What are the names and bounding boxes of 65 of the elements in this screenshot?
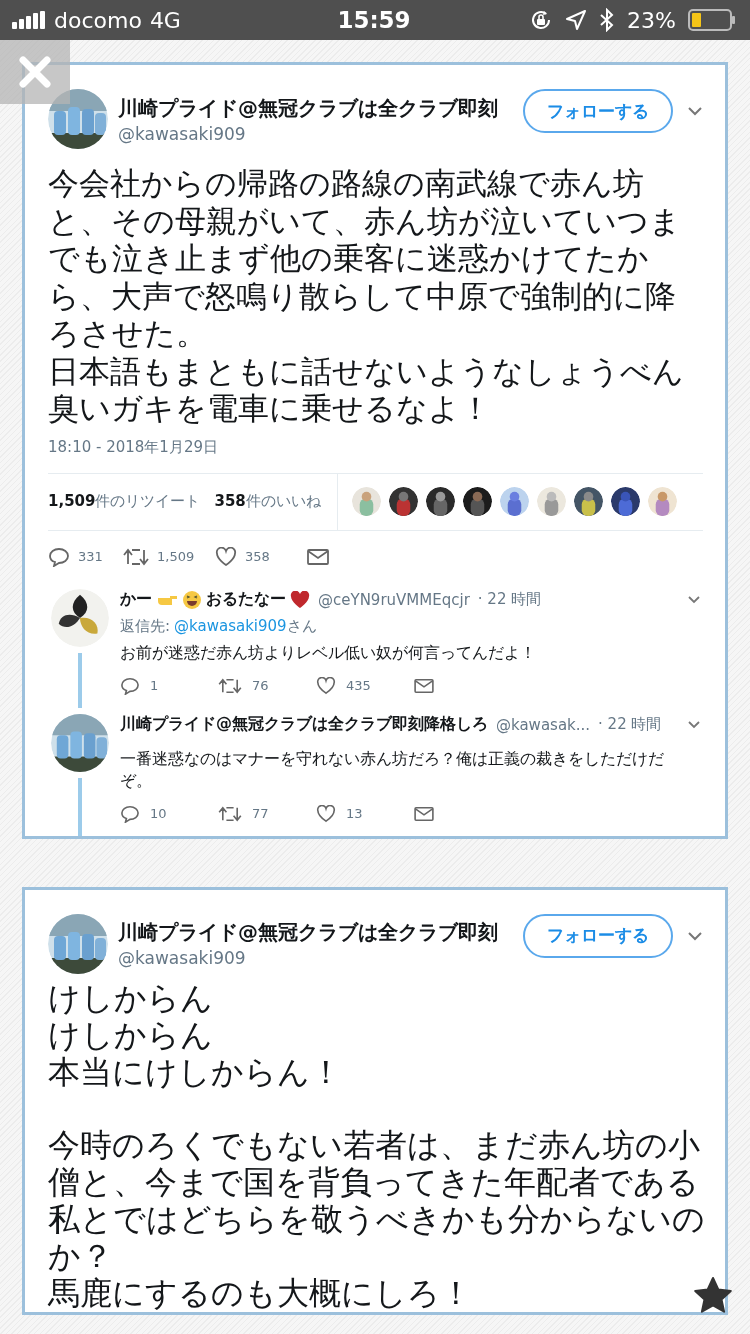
mail-icon[interactable] bbox=[414, 677, 434, 694]
reply-to-suffix: さん bbox=[286, 616, 317, 636]
speech-bubble-icon bbox=[48, 546, 70, 567]
tweet-text: けしからん bbox=[48, 1016, 214, 1054]
tweet-text: 今会社からの帰路の路線の南武線で赤ん坊と、その母親がいて、赤ん坊が泣いていつまでも泣き止まず他の乗客に迷惑かけてたから、大声で怒鳴り散らして中原で強制的に降ろさせた。 bbox=[48, 165, 682, 353]
chevron-down-icon[interactable] bbox=[687, 719, 701, 729]
battery-percentage: 23% bbox=[627, 7, 676, 33]
tweet-text: 馬鹿にするのも大概にしろ！ bbox=[48, 1274, 473, 1312]
bluetooth-icon bbox=[599, 8, 616, 32]
close-icon bbox=[18, 55, 52, 89]
user-handle: @kawasaki909 bbox=[118, 948, 247, 968]
like-action[interactable]: 358 bbox=[215, 546, 307, 567]
tweet-text: 日本語もまともに話せないようなしょうべん臭いガキを電車に乗せるなよ！ bbox=[48, 352, 685, 428]
follow-button[interactable]: フォローする bbox=[523, 89, 673, 133]
reply-author-name: おるたなー bbox=[206, 589, 286, 610]
retweet-action[interactable]: 1,509 bbox=[123, 546, 215, 567]
reply-action[interactable]: 331 bbox=[48, 546, 123, 567]
reply-time: · 22 時間 bbox=[477, 590, 542, 609]
retweet-icon bbox=[218, 804, 242, 823]
heart-icon bbox=[316, 676, 336, 695]
location-arrow-icon bbox=[565, 9, 588, 31]
reply-author-handle: @ceYN9ruVMMEqcjr bbox=[318, 590, 470, 609]
reply-author-handle: @kawasak... bbox=[496, 715, 591, 734]
retweet-icon bbox=[218, 676, 242, 695]
chevron-down-icon[interactable] bbox=[687, 106, 703, 116]
mention-link[interactable]: @kawasaki909 bbox=[174, 616, 287, 636]
tweet-text: けしからん bbox=[48, 979, 214, 1017]
display-name: 川崎プライド@無冠クラブは全クラブ即刻 bbox=[118, 919, 498, 946]
laughing-face-icon bbox=[182, 589, 202, 610]
reply-text: 一番迷惑なのはマナーを守れない赤ん坊だろ？俺は正義の裁きをしただけだぞ。 bbox=[120, 747, 665, 792]
battery-icon bbox=[688, 9, 736, 31]
tweet-text: 本当にけしからん！ bbox=[48, 1053, 343, 1091]
speech-bubble-icon bbox=[120, 804, 140, 823]
retweet-count[interactable]: 1,509件のリツイート bbox=[48, 492, 201, 511]
mail-icon[interactable] bbox=[307, 547, 329, 566]
user-handle: @kawasaki909 bbox=[118, 123, 247, 144]
reply-author-name: 川崎プライド@無冠クラブは全クラブ即刻降格しろ bbox=[120, 714, 488, 735]
signal-icon bbox=[12, 11, 46, 29]
retweet-action[interactable]: 77 bbox=[218, 804, 316, 823]
chevron-down-icon[interactable] bbox=[687, 594, 701, 604]
mail-icon[interactable] bbox=[414, 805, 434, 822]
reply-to-label: 返信先: bbox=[120, 616, 171, 636]
heart-icon bbox=[215, 546, 237, 567]
retweet-action[interactable]: 76 bbox=[218, 676, 316, 695]
retweet-icon bbox=[123, 546, 149, 567]
like-count[interactable]: 358件のいいね bbox=[214, 492, 321, 511]
display-name: 川崎プライド@無冠クラブは全クラブ即刻 bbox=[118, 94, 498, 122]
like-action[interactable]: 435 bbox=[316, 676, 414, 695]
follow-button[interactable]: フォローする bbox=[523, 913, 673, 958]
reply-action[interactable]: 1 bbox=[120, 676, 218, 695]
chevron-down-icon[interactable] bbox=[687, 930, 703, 941]
heart-icon bbox=[290, 590, 310, 609]
tweet-timestamp: 18:10 - 2018年1月29日 bbox=[48, 437, 219, 457]
network-type: 4G bbox=[149, 7, 181, 33]
speech-bubble-icon bbox=[120, 676, 140, 695]
reply-author-name: かー bbox=[120, 589, 152, 610]
carrier-name: docomo bbox=[54, 7, 142, 33]
tweet-text: 今時のろくでもない若者は、まだ赤ん坊の小僧と、今まで国を背負ってきた年配者である私とではどちらを敬うべきかも分からないのか？ bbox=[48, 1126, 706, 1275]
reply-text: お前が迷惑だ赤ん坊よりレベル低い奴が何言ってんだよ！ bbox=[120, 641, 537, 664]
like-action[interactable]: 13 bbox=[316, 804, 414, 823]
star-icon bbox=[693, 1276, 733, 1314]
clock-time: 15:59 bbox=[337, 7, 411, 33]
heart-icon bbox=[316, 804, 336, 823]
reply-time: · 22 時間 bbox=[598, 715, 662, 734]
reply-action[interactable]: 10 bbox=[120, 804, 218, 823]
